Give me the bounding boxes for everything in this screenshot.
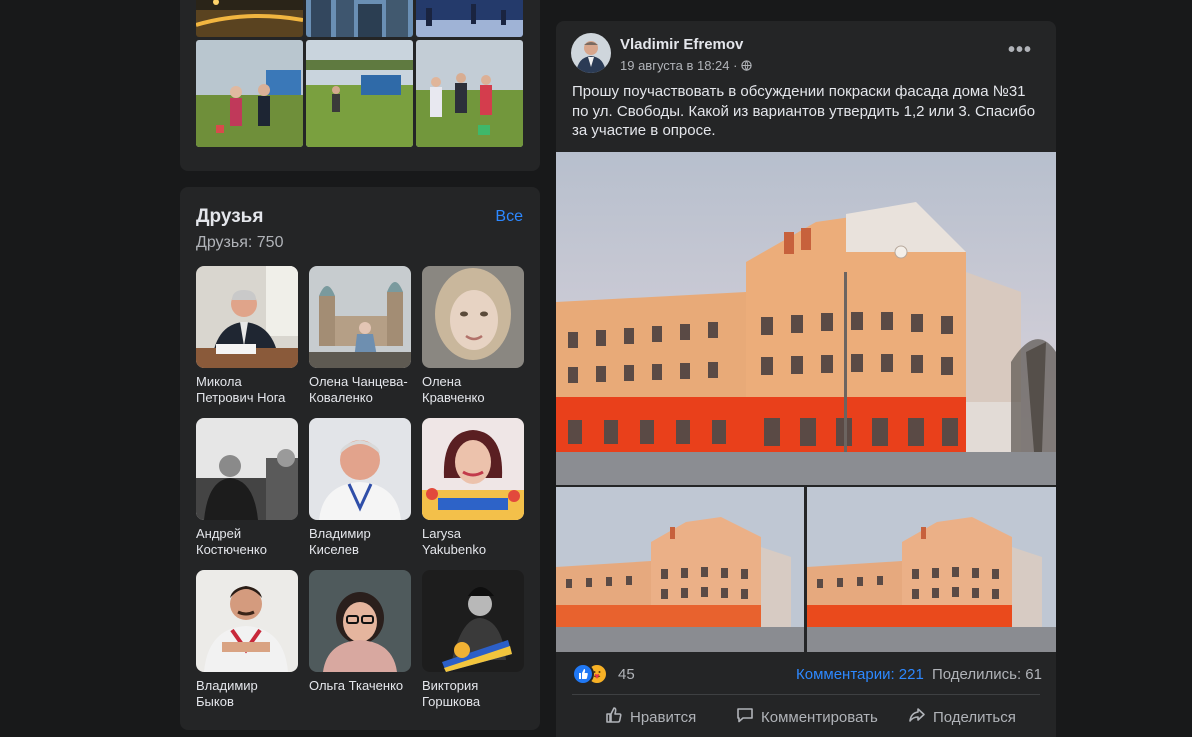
- post-image-option-1[interactable]: [556, 487, 804, 652]
- friends-see-all-link[interactable]: Все: [495, 208, 523, 226]
- like-icon: [572, 663, 594, 685]
- share-button[interactable]: Поделиться: [907, 706, 1016, 728]
- friends-title[interactable]: Друзья: [196, 206, 263, 228]
- post-image-option-2[interactable]: [807, 487, 1056, 652]
- photo-thumbnail[interactable]: [306, 0, 413, 37]
- globe-icon: [741, 58, 752, 73]
- friend-name[interactable]: Владимир Быков: [196, 678, 298, 710]
- friend-avatar[interactable]: [196, 266, 298, 368]
- friend-avatar[interactable]: [422, 266, 524, 368]
- friend-avatar[interactable]: [196, 570, 298, 672]
- friend-avatar[interactable]: [309, 570, 411, 672]
- post-author-name[interactable]: Vladimir Efremov: [620, 36, 743, 53]
- post-text: Прошу поучаствовать в обсуждении покраск…: [572, 83, 1036, 139]
- friend-avatar[interactable]: [422, 570, 524, 672]
- friend-card[interactable]: Ольга Ткаченко: [309, 570, 411, 694]
- friend-avatar[interactable]: [196, 418, 298, 520]
- friend-card[interactable]: Владимир Быков: [196, 570, 298, 710]
- friend-card[interactable]: Андрей Костюченко: [196, 418, 298, 558]
- comment-label: Комментировать: [761, 708, 878, 726]
- share-arrow-icon: [907, 705, 927, 729]
- friend-name[interactable]: Larysa Yakubenko: [422, 526, 524, 558]
- photo-thumbnail[interactable]: [196, 40, 303, 147]
- photo-grid: [196, 0, 524, 147]
- photo-thumbnail[interactable]: [416, 40, 523, 147]
- friend-avatar[interactable]: [309, 418, 411, 520]
- post-meta: 19 августа в 18:24 ·: [620, 58, 752, 73]
- friend-card[interactable]: Larysa Yakubenko: [422, 418, 524, 558]
- reactions-count[interactable]: 45: [618, 666, 635, 683]
- friend-card[interactable]: Микола Петрович Нога: [196, 266, 298, 406]
- post-date[interactable]: 19 августа в 18:24: [620, 58, 730, 73]
- shares-count[interactable]: Поделились: 61: [932, 666, 1042, 683]
- comment-bubble-icon: [735, 705, 755, 729]
- photos-card: [180, 0, 540, 171]
- like-button[interactable]: Нравится: [604, 706, 696, 728]
- share-label: Поделиться: [933, 708, 1016, 726]
- friend-avatar[interactable]: [309, 266, 411, 368]
- friend-name[interactable]: Микола Петрович Нога: [196, 374, 298, 406]
- comment-button[interactable]: Комментировать: [735, 706, 878, 728]
- friend-card[interactable]: Олена Кравченко: [422, 266, 524, 406]
- photo-thumbnail[interactable]: [196, 0, 303, 37]
- more-dots-icon[interactable]: •••: [1008, 39, 1032, 62]
- friend-card[interactable]: Виктория Горшкова: [422, 570, 524, 710]
- friend-name[interactable]: Владимир Киселев: [309, 526, 411, 558]
- friend-name[interactable]: Олена Кравченко: [422, 374, 524, 406]
- like-label: Нравится: [630, 708, 697, 726]
- friend-card[interactable]: Олена Чанцева-Коваленко: [309, 266, 411, 406]
- friends-count: Друзья: 750: [196, 234, 284, 251]
- friend-card[interactable]: Владимир Киселев: [309, 418, 411, 558]
- author-avatar[interactable]: [571, 33, 611, 73]
- post-main-image[interactable]: [556, 152, 1056, 485]
- friend-name[interactable]: Андрей Костюченко: [196, 526, 298, 558]
- friend-name[interactable]: Ольга Ткаченко: [309, 678, 411, 694]
- divider: [572, 694, 1040, 695]
- comments-count-link[interactable]: Комментарии: 221: [796, 666, 924, 683]
- photo-thumbnail[interactable]: [306, 40, 413, 147]
- friends-card: Друзья Все Друзья: 750 Микола Петрович Н…: [180, 187, 540, 730]
- photo-thumbnail[interactable]: [416, 0, 523, 37]
- post-card: Vladimir Efremov 19 августа в 18:24 · ••…: [556, 21, 1056, 737]
- friend-avatar[interactable]: [422, 418, 524, 520]
- friend-name[interactable]: Виктория Горшкова: [422, 678, 524, 710]
- thumbs-up-icon: [604, 705, 624, 729]
- friend-name[interactable]: Олена Чанцева-Коваленко: [309, 374, 411, 406]
